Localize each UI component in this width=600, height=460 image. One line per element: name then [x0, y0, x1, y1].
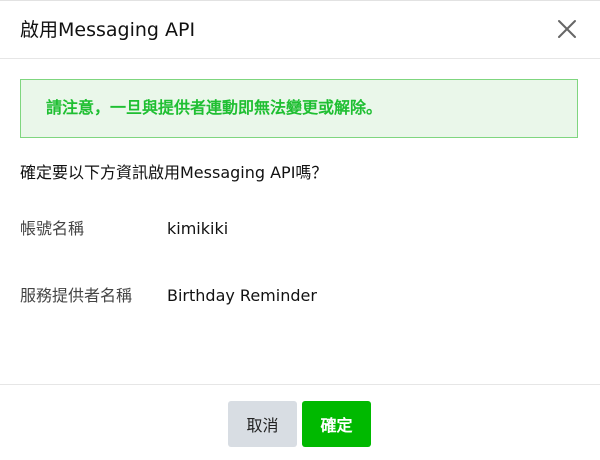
provider-name-label: 服務提供者名稱 — [20, 286, 133, 305]
confirmation-question: 確定要以下方資訊啟用Messaging API嗎？ — [20, 163, 328, 182]
confirm-button[interactable]: 確定 — [302, 401, 371, 447]
close-icon — [558, 20, 576, 38]
provider-name-value: Birthday Reminder — [167, 286, 317, 305]
warning-notice: 請注意，一旦與提供者連動即無法變更或解除。 — [20, 79, 578, 138]
dialog-title: 啟用Messaging API — [20, 19, 196, 41]
warning-notice-text: 請注意，一旦與提供者連動即無法變更或解除。 — [46, 98, 383, 117]
close-button[interactable] — [556, 18, 578, 40]
cancel-button[interactable]: 取消 — [228, 401, 297, 447]
account-name-value: kimikiki — [167, 219, 229, 238]
dialog-header: 啟用Messaging API — [0, 1, 600, 59]
enable-messaging-api-dialog: 啟用Messaging API 請注意，一旦與提供者連動即無法變更或解除。 確定… — [0, 0, 600, 460]
account-name-label: 帳號名稱 — [20, 219, 85, 238]
footer-divider — [0, 384, 600, 385]
